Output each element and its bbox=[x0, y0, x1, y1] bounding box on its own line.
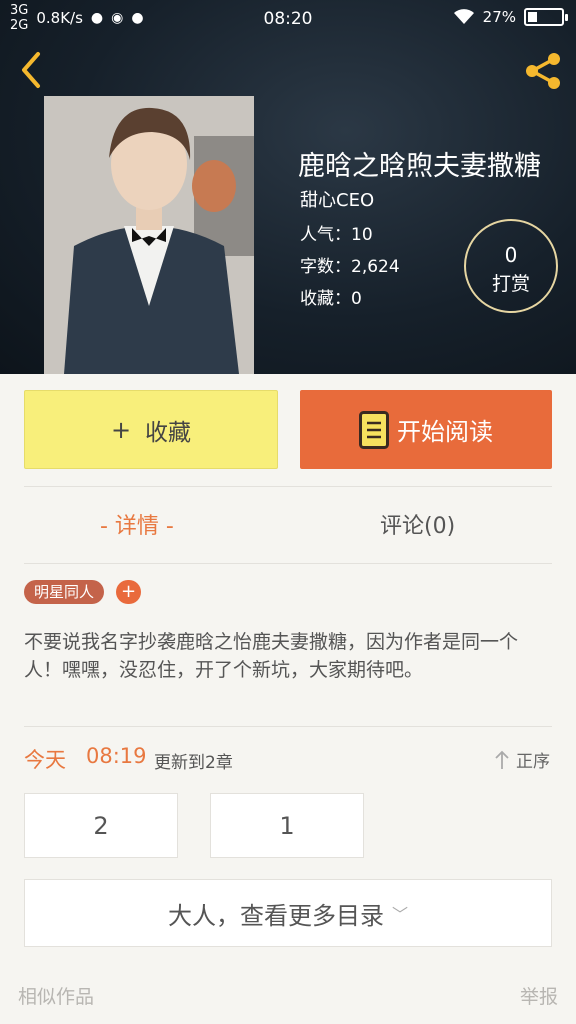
update-status: 更新到2章 bbox=[154, 753, 233, 773]
more-chapters-button[interactable]: 大人，查看更多目录 ﹀ bbox=[24, 879, 552, 947]
share-icon bbox=[526, 53, 560, 89]
book-cover bbox=[44, 96, 254, 374]
book-description: 不要说我名字抄袭鹿晗之怡鹿夫妻撒糖，因为作者是同一个人！嘿嘿，没忍住，开了个新坑… bbox=[24, 631, 519, 681]
favorites-stat: 收藏：0 bbox=[300, 289, 362, 309]
popularity-stat: 人气：10 bbox=[300, 225, 373, 245]
sort-label: 正序 bbox=[516, 752, 550, 772]
battery-percent: 27% bbox=[482, 8, 516, 26]
word-count-stat: 字数：2,624 bbox=[300, 257, 400, 277]
status-bar: 3G 2G 0.8K/s ● ◉ ● 08:20 27% bbox=[0, 0, 576, 38]
tip-button[interactable]: 0 打赏 bbox=[464, 219, 558, 313]
battery-icon bbox=[524, 8, 568, 26]
tip-count: 0 bbox=[504, 243, 518, 267]
more-chapters-label: 大人，查看更多目录 bbox=[167, 901, 384, 930]
start-reading-label: 开始阅读 bbox=[397, 418, 493, 446]
add-tag-button[interactable]: + bbox=[116, 580, 141, 604]
chevron-left-icon bbox=[22, 52, 40, 88]
report-button[interactable]: 举报 bbox=[520, 982, 558, 1009]
book-title: 鹿晗之晗煦夫妻撒糖 bbox=[298, 151, 541, 182]
share-button[interactable] bbox=[522, 50, 564, 92]
wifi-icon bbox=[453, 9, 474, 24]
tab-detail[interactable]: - 详情 - bbox=[100, 508, 174, 540]
book-icon bbox=[359, 410, 389, 449]
update-day: 今天 bbox=[24, 748, 66, 772]
start-reading-button[interactable]: 开始阅读 bbox=[300, 390, 552, 469]
chapter-item[interactable]: 2 bbox=[24, 793, 178, 858]
arrow-up-icon bbox=[495, 750, 509, 769]
plus-icon: + bbox=[110, 415, 132, 444]
genre-tag[interactable]: 明星同人 bbox=[24, 580, 105, 604]
book-header: 3G 2G 0.8K/s ● ◉ ● 08:20 27% 鹿晗之晗煦夫妻撒糖 甜… bbox=[0, 0, 576, 374]
chevron-down-icon: ﹀ bbox=[391, 905, 408, 924]
update-time: 08:19 bbox=[86, 744, 147, 768]
collect-label: 收藏 bbox=[145, 419, 192, 446]
divider bbox=[24, 563, 552, 564]
back-button[interactable] bbox=[16, 50, 46, 90]
collect-button[interactable]: + 收藏 bbox=[24, 390, 278, 469]
tab-comments[interactable]: 评论(0) bbox=[380, 508, 455, 540]
similar-works-heading: 相似作品 bbox=[18, 986, 95, 1008]
sort-order-button[interactable]: 正序 bbox=[494, 747, 550, 772]
cover-image bbox=[44, 96, 254, 374]
tip-label: 打赏 bbox=[491, 273, 530, 295]
divider bbox=[24, 726, 552, 727]
divider bbox=[24, 486, 552, 487]
chapter-item[interactable]: 1 bbox=[210, 793, 364, 858]
book-author[interactable]: 甜心CEO bbox=[300, 186, 374, 212]
